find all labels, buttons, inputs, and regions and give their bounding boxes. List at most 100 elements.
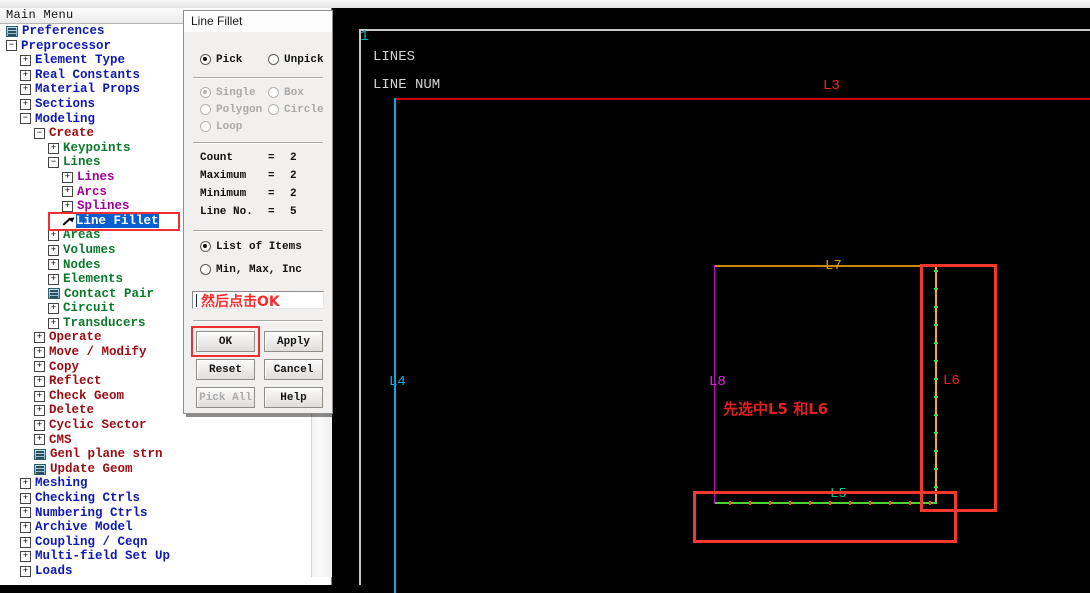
apply-button[interactable]: Apply bbox=[264, 331, 323, 352]
tree-item-label: Checking Ctrls bbox=[35, 491, 141, 505]
expand-icon[interactable]: + bbox=[20, 565, 31, 577]
tree-item-label: Lines bbox=[77, 169, 115, 184]
expand-icon[interactable]: + bbox=[20, 54, 31, 66]
expand-icon[interactable]: + bbox=[20, 507, 31, 519]
expand-icon[interactable]: + bbox=[34, 419, 45, 431]
line-fillet-titlebar[interactable]: Line Fillet bbox=[184, 11, 332, 33]
tree-item-genl-plane-strn[interactable]: Genl plane strn bbox=[0, 447, 310, 462]
tree-item-loads[interactable]: + Loads bbox=[0, 564, 310, 579]
line-L3[interactable] bbox=[394, 98, 1090, 100]
tree-item-label: Reflect bbox=[49, 374, 102, 389]
tree-item-multi-field-set-up[interactable]: + Multi-field Set Up bbox=[0, 549, 310, 564]
tree-item-label: Coupling / Ceqn bbox=[35, 534, 148, 549]
cancel-button[interactable]: Cancel bbox=[264, 359, 323, 380]
expand-icon[interactable]: + bbox=[48, 303, 59, 315]
tree-item-label: Loads bbox=[35, 563, 73, 578]
pick-radio[interactable]: Pick bbox=[200, 54, 242, 66]
tree-item-label: Keypoints bbox=[63, 140, 131, 155]
expand-icon[interactable]: + bbox=[20, 98, 31, 110]
expand-icon[interactable]: + bbox=[34, 390, 45, 402]
expand-icon[interactable]: + bbox=[34, 332, 45, 344]
tree-item-label: Move / Modify bbox=[49, 345, 147, 360]
line-label-L7: L7 bbox=[825, 258, 842, 274]
expand-icon[interactable]: + bbox=[48, 244, 59, 256]
tree-item-label: Transducers bbox=[63, 315, 146, 330]
list-of-items-radio-dot bbox=[200, 241, 211, 252]
expand-icon[interactable]: + bbox=[20, 551, 31, 563]
box-radio[interactable]: Box bbox=[268, 87, 304, 99]
tree-item-label: Contact Pair bbox=[64, 286, 155, 301]
box-radio-dot bbox=[268, 87, 279, 98]
graphics-header-linenum: LINE NUM bbox=[373, 77, 441, 93]
circle-radio[interactable]: Circle bbox=[268, 104, 324, 116]
line-L4[interactable] bbox=[394, 98, 396, 593]
expand-icon[interactable]: + bbox=[20, 478, 31, 490]
expand-icon[interactable]: + bbox=[20, 84, 31, 96]
expand-icon[interactable]: + bbox=[62, 200, 73, 212]
tree-item-label: Circuit bbox=[63, 301, 116, 316]
tree-item-archive-model[interactable]: + Archive Model bbox=[0, 520, 310, 535]
expand-icon[interactable]: + bbox=[20, 521, 31, 533]
expand-icon[interactable]: + bbox=[62, 186, 73, 198]
tree-item-label: Preferences bbox=[22, 24, 105, 38]
polygon-radio-label: Polygon bbox=[216, 104, 263, 117]
collapse-icon[interactable]: − bbox=[48, 157, 59, 169]
expand-icon[interactable]: + bbox=[48, 259, 59, 271]
single-radio[interactable]: Single bbox=[200, 87, 256, 99]
tree-item-meshing[interactable]: + Meshing bbox=[0, 476, 310, 491]
tree-item-label: Volumes bbox=[63, 242, 116, 257]
reset-button[interactable]: Reset bbox=[196, 359, 255, 380]
module-icon bbox=[48, 288, 60, 300]
min-max-inc-radio-dot bbox=[200, 264, 211, 275]
tree-item-label: Archive Model bbox=[35, 520, 133, 535]
expand-icon[interactable]: + bbox=[48, 317, 59, 329]
expand-icon[interactable]: + bbox=[62, 171, 73, 183]
tree-item-label: Modeling bbox=[35, 111, 96, 126]
module-icon bbox=[34, 463, 46, 475]
expand-icon[interactable]: + bbox=[48, 142, 59, 154]
expand-icon[interactable]: + bbox=[34, 361, 45, 373]
graphics-annotation: 先选中L5 和L6 bbox=[723, 400, 829, 418]
polygon-radio[interactable]: Polygon bbox=[200, 104, 262, 116]
tree-item-numbering-ctrls[interactable]: + Numbering Ctrls bbox=[0, 506, 310, 521]
help-button[interactable]: Help bbox=[264, 387, 323, 408]
tree-item-update-geom[interactable]: Update Geom bbox=[0, 462, 310, 477]
tree-item-cyclic-sector[interactable]: + Cyclic Sector bbox=[0, 418, 310, 433]
expand-icon[interactable]: + bbox=[20, 69, 31, 81]
tree-item-label: Delete bbox=[49, 403, 95, 418]
collapse-icon[interactable]: − bbox=[34, 127, 45, 139]
counter-label: Maximum bbox=[200, 170, 247, 182]
counter-line-no: Line No. bbox=[200, 206, 253, 218]
list-of-items-radio[interactable]: List of Items bbox=[200, 241, 302, 253]
counter-label: Line No. bbox=[200, 206, 253, 218]
tree-item-label: Lines bbox=[63, 155, 101, 170]
tree-item-label: Arcs bbox=[77, 184, 108, 199]
loop-radio[interactable]: Loop bbox=[200, 121, 242, 133]
expand-icon[interactable]: + bbox=[34, 376, 45, 388]
divider-3 bbox=[193, 230, 323, 232]
expand-icon[interactable]: + bbox=[20, 492, 31, 504]
ansys-application-window: Main Menu Preferences − Preprocessor + Eleme… bbox=[0, 0, 1090, 593]
tree-item-checking-ctrls[interactable]: + Checking Ctrls bbox=[0, 491, 310, 506]
line-picker-input[interactable]: 然后点击OK bbox=[192, 291, 324, 310]
tree-item-cms[interactable]: + CMS bbox=[0, 433, 310, 448]
expand-icon[interactable]: + bbox=[34, 405, 45, 417]
counter-label: Count bbox=[200, 152, 234, 164]
module-icon bbox=[6, 25, 18, 37]
line-fillet-highlight bbox=[48, 212, 180, 231]
tree-item-coupling-ceqn[interactable]: + Coupling / Ceqn bbox=[0, 535, 310, 550]
graphics-window[interactable]: 1 LINES LINE NUM L3 L4 L7 L8 L6 L5 先选中L5… bbox=[345, 8, 1090, 593]
collapse-icon[interactable]: − bbox=[20, 113, 31, 125]
expand-icon[interactable]: + bbox=[48, 230, 59, 242]
expand-icon[interactable]: + bbox=[34, 346, 45, 358]
polygon-radio-dot bbox=[200, 104, 211, 115]
tree-item-label: Create bbox=[49, 126, 95, 141]
unpick-radio[interactable]: Unpick bbox=[268, 54, 324, 66]
panel-gfx-gap bbox=[332, 8, 345, 585]
expand-icon[interactable]: + bbox=[48, 273, 59, 285]
min-max-inc-radio[interactable]: Min, Max, Inc bbox=[200, 264, 302, 276]
collapse-icon[interactable]: − bbox=[6, 40, 17, 52]
expand-icon[interactable]: + bbox=[20, 536, 31, 548]
ok-button-highlight bbox=[191, 326, 260, 357]
expand-icon[interactable]: + bbox=[34, 434, 45, 446]
